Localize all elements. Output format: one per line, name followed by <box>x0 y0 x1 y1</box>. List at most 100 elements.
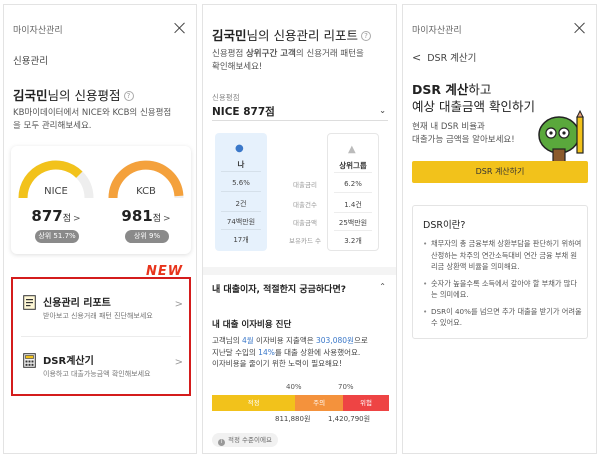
description-line-2: 을 모두 관리해보세요. <box>13 121 92 131</box>
menu-divider <box>21 336 181 337</box>
credit-report-title: 신용관리 리포트 <box>43 298 111 309</box>
kcb-score: 981점 > <box>107 206 185 225</box>
title-bold: DSR 계산 <box>412 82 469 97</box>
description-line-1: 현재 내 DSR 비율과 <box>412 122 485 132</box>
page-title: 김국민님의 신용관리 리포트? <box>212 25 371 44</box>
description-line-1: KB마이데이터에서 NICE와 KCB의 신용평점 <box>13 108 172 118</box>
my-stats-column: ● 나 5.6% 2건 74백만원 17개 <box>215 133 267 251</box>
risk-level-bar: 적정 주의 위험 <box>212 395 389 411</box>
bar-value-2: 1,420,790원 <box>328 415 371 423</box>
dsr-calculator-title: DSR계산기 <box>43 356 94 367</box>
label-loan-count: 대출건수 <box>293 201 317 209</box>
chevron-right-icon: > <box>174 299 183 310</box>
description-line-2: 확인해보세요! <box>212 62 263 72</box>
interest-question[interactable]: 내 대출이자, 적절한지 궁금하다면? <box>212 282 346 295</box>
row-divider <box>221 191 261 192</box>
diag-text: 으로 <box>353 336 368 345</box>
dsr-calculate-button[interactable]: DSR 계산하기 <box>412 161 588 183</box>
title-suffix: 님의 신용평점 <box>47 88 121 103</box>
page-title: DSR 계산하고 예상 대출금액 확인하기 <box>412 81 535 115</box>
top-bar: 마이자산관리 <box>13 23 187 37</box>
score-select-value: NICE 877점 <box>212 106 275 118</box>
group-loan-count: 1.4건 <box>344 201 362 209</box>
top-bar: 마이자산관리 <box>412 23 587 37</box>
desc-suffix: 의 신용거래 패턴을 <box>295 49 364 59</box>
diag-amount: 303,080원 <box>316 336 354 345</box>
bar-value-1: 811,880원 <box>275 415 311 423</box>
kcb-rank-badge: 상위 9% <box>125 230 169 243</box>
page-title-line-2: 예상 대출금액 확인하기 <box>412 99 535 114</box>
threshold-40: 40% <box>286 383 302 391</box>
top-group-label: 상위그룹 <box>339 161 367 170</box>
my-loan-rate: 5.6% <box>232 179 250 187</box>
back-button[interactable]: < DSR 계산기 <box>412 50 476 64</box>
threshold-70: 70% <box>338 383 354 391</box>
section-subtitle: 신용관리 <box>13 56 48 67</box>
chevron-left-icon: < <box>412 51 422 64</box>
nice-score-value: 877 <box>31 207 63 225</box>
group-loan-amount: 25백만원 <box>338 219 368 227</box>
chevron-down-icon: ⌄ <box>379 106 386 115</box>
page-description: 신용평점 상위구간 고객의 신용거래 패턴을 확인해보세요! <box>212 48 364 74</box>
description-line-2: 대출가능 금액을 알아보세요! <box>412 135 515 145</box>
diagnosis-line-3: 이자비용을 줄이기 위한 노력이 필요해요! <box>212 359 342 368</box>
row-divider <box>221 211 261 212</box>
page-title: 김국민님의 신용평점? <box>13 85 134 104</box>
my-stats-label: 나 <box>237 160 245 169</box>
chevron-right-icon: > <box>163 214 171 224</box>
nice-score: 877점 > <box>17 206 95 225</box>
credit-report-menu-item[interactable]: 신용관리 리포트 받아보고 신용거래 패턴 진단해보세요 > <box>15 281 187 337</box>
level-note-chip: i 적정 수준이에요 <box>212 433 278 447</box>
close-icon[interactable] <box>173 21 187 35</box>
kcb-gauge[interactable]: KCB 981점 > 상위 9% <box>107 158 185 243</box>
segment-caution: 주의 <box>295 395 343 411</box>
label-loan-rate: 대출금리 <box>293 181 317 189</box>
chevron-right-icon: > <box>73 214 81 224</box>
nice-gauge-name: NICE <box>44 186 68 197</box>
group-card-count: 3.2개 <box>344 237 362 245</box>
top-bar-title: 마이자산관리 <box>412 26 462 36</box>
diag-text: 를 대출 상환에 사용했어요. <box>274 347 361 357</box>
help-icon[interactable]: ? <box>123 91 134 101</box>
interest-diagnosis-title: 내 대출 이자비용 진단 <box>212 320 292 330</box>
segment-danger: 위험 <box>342 395 389 411</box>
my-loan-amount: 74백만원 <box>226 218 256 226</box>
nice-gauge[interactable]: NICE 877점 > 상위 51.7% <box>17 158 95 243</box>
diag-percent: 14% <box>258 347 275 357</box>
diagnosis-line-1: 고객님의 4월 이자비용 지출액은 303,080원으로 <box>212 335 392 347</box>
user-name: 김국민 <box>13 88 48 103</box>
diag-text: 고객님의 <box>212 336 242 345</box>
nice-rank-badge: 상위 51.7% <box>35 230 79 243</box>
dsr-info-list: 채무자의 총 금융부채 상환부담을 판단하기 위하여 산정하는 차주의 연간소득… <box>423 238 583 334</box>
title-light: 하고 <box>468 82 492 97</box>
score-select-label: 신용평점 <box>212 93 240 102</box>
group-icon: ▲ <box>348 144 356 155</box>
row-divider <box>221 171 261 172</box>
segment-appropriate: 적정 <box>212 395 296 411</box>
description-line-1: 신용평점 상위구간 고객의 신용거래 패턴을 <box>212 48 364 61</box>
dsr-calculator-desc: 이용하고 대출가능금액 확인해보세요 <box>43 370 151 378</box>
calculator-mascot-illustration <box>538 109 584 164</box>
top-group-stats-column: ▲ 상위그룹 6.2% 1.4건 25백만원 3.2개 <box>327 133 379 251</box>
level-note-text: 적정 수준이에요 <box>228 436 272 444</box>
user-name: 김국민 <box>212 28 247 43</box>
my-loan-count: 2건 <box>235 200 247 208</box>
diag-month: 4월 <box>241 336 254 345</box>
dsr-info-box: DSR이란? 채무자의 총 금융부채 상환부담을 판단하기 위하여 산정하는 차… <box>412 205 588 339</box>
section-separator <box>203 267 396 275</box>
row-divider <box>221 229 261 230</box>
diagnosis-line-2: 지난달 수입의 14%를 대출 상환에 사용했어요. <box>212 347 392 359</box>
help-icon[interactable]: ? <box>360 31 371 41</box>
close-icon[interactable] <box>573 21 587 35</box>
title-suffix: 님의 신용관리 리포트 <box>246 28 358 43</box>
page-title-line-1: DSR 계산하고 <box>412 81 535 98</box>
chevron-up-icon[interactable]: ⌃ <box>379 282 386 291</box>
credit-report-panel: 김국민님의 신용관리 리포트? 신용평점 상위구간 고객의 신용거래 패턴을 확… <box>202 4 397 454</box>
score-select[interactable]: NICE 877점 ⌄ <box>212 104 388 121</box>
info-icon: i <box>218 439 225 446</box>
credit-report-desc: 받아보고 신용거래 패턴 진단해보세요 <box>43 312 153 320</box>
list-item: 숫자가 높을수록 소득에서 갚아야 할 부채가 많다는 의미에요. <box>423 278 583 301</box>
dsr-calculator-menu-item[interactable]: DSR계산기 이용하고 대출가능금액 확인해보세요 > <box>15 339 187 395</box>
chevron-right-icon: > <box>174 357 183 368</box>
my-card-count: 17개 <box>233 236 249 244</box>
